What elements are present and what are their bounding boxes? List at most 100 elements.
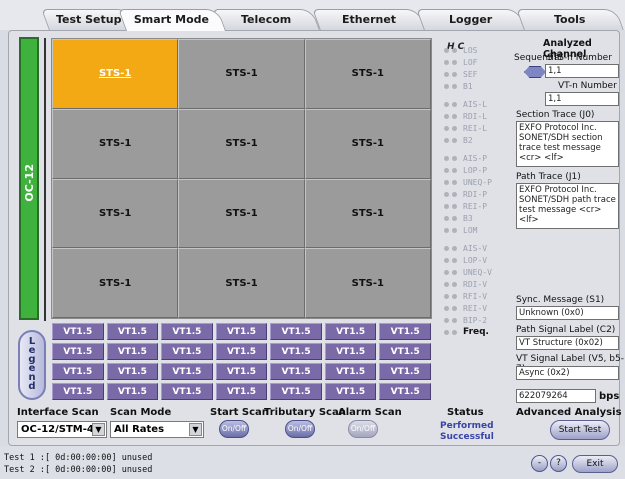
- sts-cell[interactable]: STS-1: [178, 178, 305, 249]
- section-trace-field[interactable]: EXFO Protocol Inc. SONET/SDH section tra…: [516, 121, 619, 167]
- sts-cell[interactable]: STS-1: [52, 108, 179, 179]
- vt-cell[interactable]: VT1.5: [215, 363, 268, 380]
- path-signal-label-field[interactable]: VT Structure (0x02): [516, 336, 619, 350]
- vt-cell[interactable]: VT1.5: [106, 363, 159, 380]
- tributary-scan-toggle[interactable]: On/Off: [285, 420, 315, 438]
- current-led-icon: [452, 293, 457, 299]
- status-value-2: Successful: [440, 432, 494, 442]
- help-button[interactable]: ?: [550, 455, 567, 472]
- sts-cell[interactable]: STS-1: [304, 248, 431, 318]
- alarm-label: SEF: [463, 69, 478, 79]
- vt-cell[interactable]: VT1.5: [161, 363, 213, 380]
- vt-cell[interactable]: VT1.5: [270, 363, 322, 380]
- sts-cell[interactable]: STS-1: [304, 108, 431, 179]
- current-led-icon: [452, 137, 457, 143]
- alarm-label: UNEQ-V: [463, 267, 492, 277]
- vt-cell[interactable]: VT1.5: [379, 383, 431, 400]
- status-value-1: Performed: [440, 421, 494, 431]
- alarm-row: B2: [444, 134, 514, 146]
- vt-cell[interactable]: VT1.5: [379, 323, 431, 340]
- history-led-icon: [444, 203, 449, 209]
- vt-cell[interactable]: VT1.5: [324, 343, 377, 360]
- vt-cell[interactable]: VT1.5: [52, 343, 104, 360]
- legend-button[interactable]: Legend: [18, 330, 46, 400]
- alarm-label: REI-V: [463, 303, 488, 313]
- sts-n-field[interactable]: 1,1: [545, 64, 619, 78]
- vt-cell[interactable]: VT1.5: [270, 323, 322, 340]
- tab-tools[interactable]: Tools: [516, 9, 624, 30]
- alarm-row: RDI-L: [444, 110, 514, 122]
- scan-mode-label: Scan Mode: [110, 407, 172, 418]
- alarm-label: RDI-V: [463, 279, 488, 289]
- current-led-icon: [452, 257, 457, 263]
- vt-cell[interactable]: VT1.5: [106, 383, 159, 400]
- vt-signal-label-field[interactable]: Async (0x2): [516, 366, 619, 380]
- vt-cell[interactable]: VT1.5: [270, 343, 322, 360]
- alarm-scan-toggle[interactable]: On/Off: [348, 420, 378, 438]
- vt-cell[interactable]: VT1.5: [324, 363, 377, 380]
- alarm-row: UNEQ-V: [444, 266, 514, 278]
- alarm-label: LOM: [463, 225, 478, 235]
- vt-n-field[interactable]: 1,1: [545, 92, 619, 106]
- vt-cell[interactable]: VT1.5: [106, 343, 159, 360]
- sts-cell[interactable]: STS-1: [52, 248, 179, 318]
- current-led-icon: [452, 245, 457, 251]
- sts-cell[interactable]: STS-1: [304, 39, 431, 109]
- vt-cell[interactable]: VT1.5: [52, 363, 104, 380]
- start-scan-toggle[interactable]: On/Off: [219, 420, 249, 438]
- path-trace-field[interactable]: EXFO Protocol Inc. SONET/SDH path trace …: [516, 183, 619, 229]
- vt-cell[interactable]: VT1.5: [379, 363, 431, 380]
- alarm-label: AIS-L: [463, 99, 488, 109]
- sts-cell[interactable]: STS-1: [178, 108, 305, 179]
- alarm-label: BIP-2: [463, 315, 488, 325]
- tab-ethernet[interactable]: Ethernet: [312, 9, 426, 30]
- scan-mode-select[interactable]: All Rates ▼: [110, 421, 204, 438]
- section-trace-label: Section Trace (J0): [516, 110, 595, 120]
- history-led-icon: [444, 179, 449, 185]
- vt-cell[interactable]: VT1.5: [215, 323, 268, 340]
- chevron-down-icon: ▼: [92, 423, 105, 436]
- alarm-row: AIS-L: [444, 98, 514, 110]
- sts-cell[interactable]: STS-1: [178, 248, 305, 318]
- history-led-icon: [444, 257, 449, 263]
- sts-cell[interactable]: STS-1: [304, 178, 431, 249]
- sts-cell[interactable]: STS-1: [52, 178, 179, 249]
- tab-logger[interactable]: Logger: [416, 9, 526, 30]
- tab-telecom[interactable]: Telecom: [212, 9, 320, 30]
- alarm-row: Freq.: [444, 326, 514, 338]
- vt-cell[interactable]: VT1.5: [270, 383, 322, 400]
- vt-cell[interactable]: VT1.5: [324, 383, 377, 400]
- history-led-icon: [444, 137, 449, 143]
- frequency-field[interactable]: 622079264: [516, 389, 596, 403]
- vt-cell[interactable]: VT1.5: [215, 343, 268, 360]
- alarm-row: RDI-V: [444, 278, 514, 290]
- vt-cell[interactable]: VT1.5: [161, 343, 213, 360]
- current-led-icon: [452, 71, 457, 77]
- history-led-icon: [444, 329, 449, 335]
- sts-cell[interactable]: STS-1: [52, 39, 179, 109]
- vt-cell[interactable]: VT1.5: [161, 383, 213, 400]
- sync-message-field[interactable]: Unknown (0x0): [516, 306, 619, 320]
- history-led-icon: [444, 167, 449, 173]
- exit-button[interactable]: Exit: [572, 455, 618, 473]
- vt-cell[interactable]: VT1.5: [52, 383, 104, 400]
- start-test-button[interactable]: Start Test: [550, 420, 610, 440]
- vt-cell[interactable]: VT1.5: [52, 323, 104, 340]
- tab-smart-mode[interactable]: Smart Mode: [117, 9, 227, 31]
- history-led-icon: [444, 83, 449, 89]
- vt-cell[interactable]: VT1.5: [161, 323, 213, 340]
- vt-cell[interactable]: VT1.5: [379, 343, 431, 360]
- scan-mode-select-value: All Rates: [114, 424, 165, 435]
- vt-cell[interactable]: VT1.5: [106, 323, 159, 340]
- sts-cell[interactable]: STS-1: [178, 39, 305, 109]
- alarm-row: AIS-V: [444, 242, 514, 254]
- vt-grid: VT1.5 VT1.5 VT1.5 VT1.5 VT1.5 VT1.5 VT1.5 VT1.5…: [51, 322, 432, 401]
- alarm-label: B3: [463, 213, 473, 223]
- minus-button[interactable]: -: [531, 455, 548, 472]
- vt-cell[interactable]: VT1.5: [215, 383, 268, 400]
- vt-cell[interactable]: VT1.5: [324, 323, 377, 340]
- oc-label: OC-12: [23, 164, 36, 202]
- alarm-row: REI-L: [444, 122, 514, 134]
- oc-level-bar[interactable]: OC-12: [19, 37, 39, 320]
- interface-select[interactable]: OC-12/STM-4 ▼: [17, 421, 107, 438]
